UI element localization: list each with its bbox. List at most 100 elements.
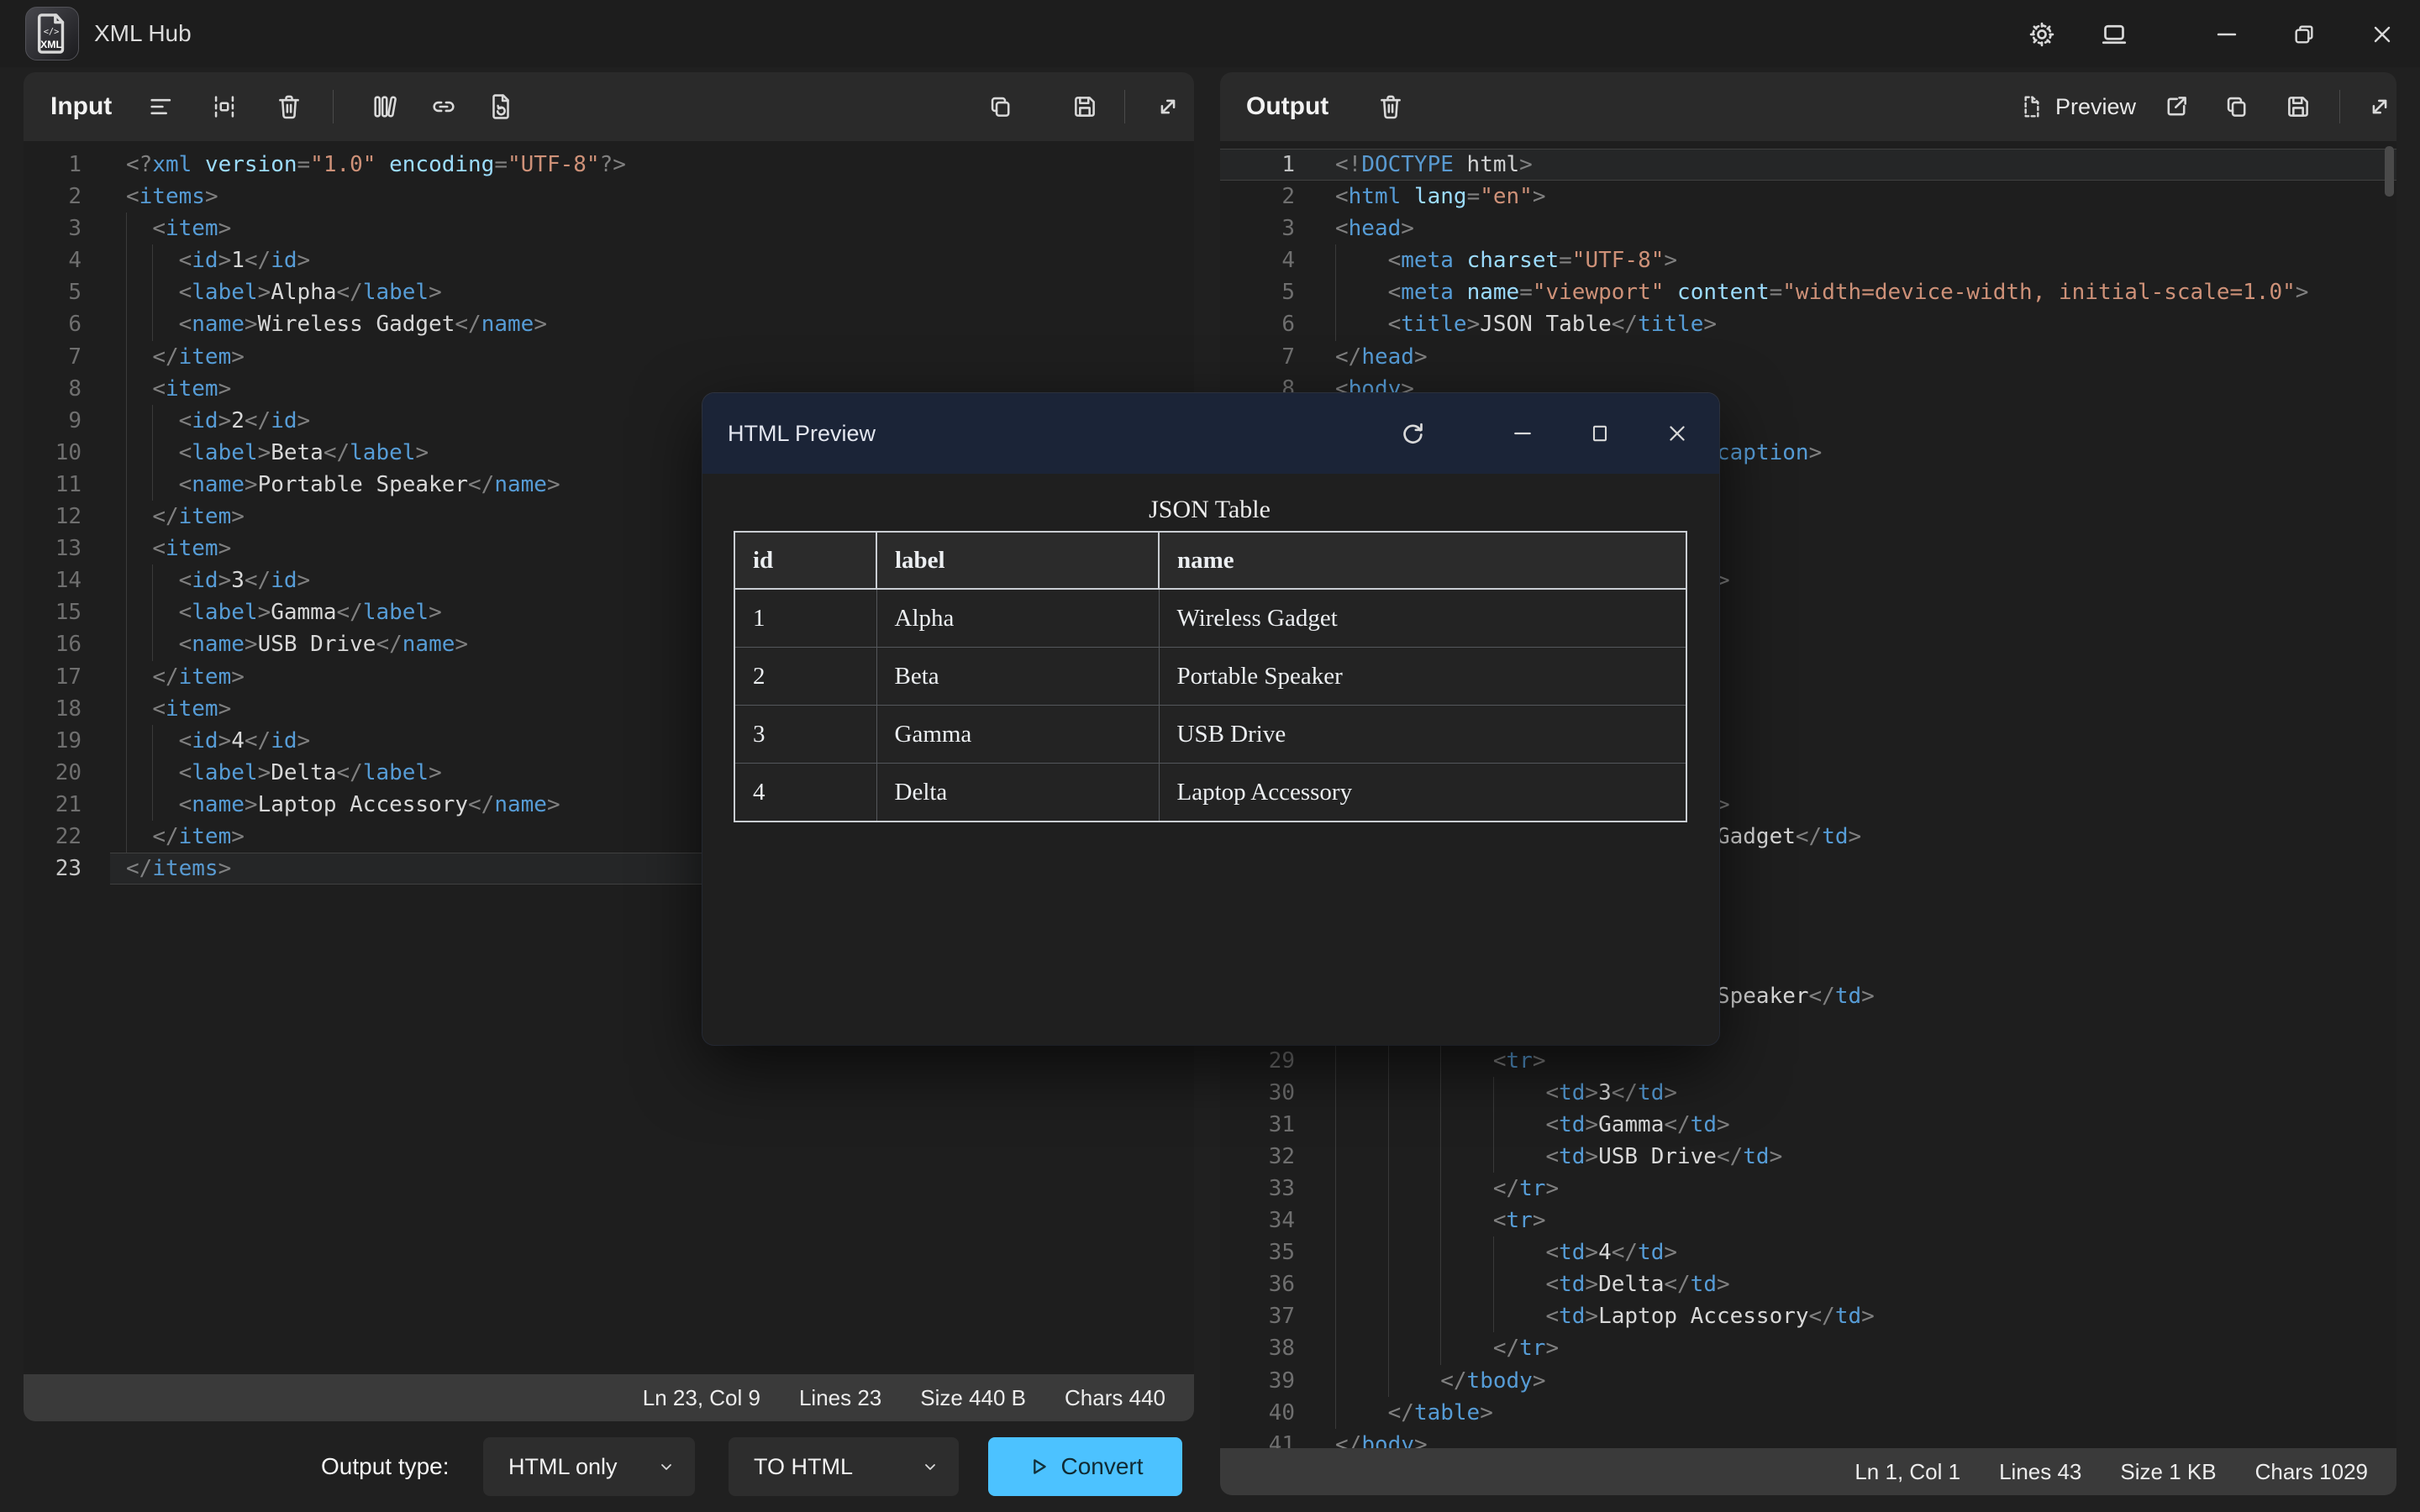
line-number: 2 — [1220, 181, 1295, 213]
line-number: 6 — [1220, 308, 1295, 340]
link-button[interactable] — [420, 83, 467, 130]
output-toolbar: Output Preview — [1220, 72, 2396, 142]
save-input-button[interactable] — [1061, 83, 1108, 130]
close-icon — [2369, 21, 2396, 48]
code-line: 6 <name>Wireless Gadget</name> — [24, 308, 1194, 340]
line-number: 18 — [24, 693, 82, 725]
line-number: 3 — [24, 213, 82, 244]
toolbar-divider — [1124, 90, 1125, 123]
code-line: 3 <item> — [24, 213, 1194, 244]
window-title: XML Hub — [94, 0, 192, 67]
line-number: 10 — [24, 437, 82, 469]
char-count: Chars 1029 — [2255, 1459, 2368, 1485]
modal-title: HTML Preview — [728, 393, 876, 474]
minimize-icon — [1510, 421, 1535, 446]
close-modal-button[interactable] — [1656, 412, 1698, 454]
expand-output-button[interactable] — [2356, 83, 2396, 130]
restore-window-button[interactable] — [2283, 13, 2325, 55]
line-number: 34 — [1220, 1205, 1295, 1236]
refresh-preview-button[interactable] — [1392, 412, 1434, 454]
preview-button[interactable]: Preview — [2012, 83, 2143, 130]
code-line: 41</body> — [1220, 1429, 2396, 1449]
scrollbar-thumb[interactable] — [2385, 146, 2394, 197]
modal-header[interactable]: HTML Preview — [702, 393, 1719, 474]
preview-cell: Wireless Gadget — [1159, 589, 1686, 648]
compress-icon — [210, 92, 239, 121]
code-line: 39 </tbody> — [1220, 1365, 2396, 1397]
code-line: 5 <meta name="viewport" content="width=d… — [1220, 276, 2396, 308]
line-number: 8 — [24, 373, 82, 405]
preview-cell: Delta — [876, 764, 1159, 822]
copy-input-button[interactable] — [977, 83, 1024, 130]
code-line: 34 <tr> — [1220, 1205, 2396, 1236]
link-icon — [429, 92, 458, 121]
file-size: Size 1 KB — [2120, 1459, 2216, 1485]
code-line: 1<!DOCTYPE html> — [1220, 149, 2396, 181]
preview-table-row: 4DeltaLaptop Accessory — [734, 764, 1686, 822]
preview-table-row: 2BetaPortable Speaker — [734, 648, 1686, 706]
output-panel-title: Output — [1246, 72, 1328, 141]
line-number: 29 — [1220, 1045, 1295, 1077]
preview-file-icon — [2018, 93, 2045, 120]
line-number: 7 — [1220, 341, 1295, 373]
convert-button[interactable]: Convert — [988, 1437, 1182, 1496]
code-line: 32 <td>USB Drive</td> — [1220, 1141, 2396, 1173]
input-toolbar: Input — [24, 72, 1194, 142]
share-icon — [2162, 92, 2191, 121]
expand-input-button[interactable] — [1144, 83, 1192, 130]
output-format-select[interactable]: HTML only — [483, 1437, 695, 1496]
clear-output-button[interactable] — [1367, 83, 1414, 130]
display-icon — [2099, 19, 2129, 50]
minimize-modal-button[interactable] — [1502, 412, 1544, 454]
refresh-icon — [1397, 418, 1428, 449]
preview-button-label: Preview — [2055, 94, 2136, 120]
compress-button[interactable] — [201, 83, 248, 130]
columns-view-button[interactable] — [361, 83, 408, 130]
preview-table-caption: JSON Table — [1149, 496, 1270, 523]
line-number: 31 — [1220, 1109, 1295, 1141]
save-output-button[interactable] — [2275, 83, 2322, 130]
app-logo-text: XML — [40, 39, 62, 50]
chevron-down-icon — [920, 1457, 940, 1477]
close-icon — [1665, 421, 1690, 446]
output-status-bar: Ln 1, Col 1 Lines 43 Size 1 KB Chars 102… — [1220, 1448, 2396, 1495]
line-number: 4 — [1220, 244, 1295, 276]
format-button[interactable] — [138, 83, 185, 130]
clear-input-button[interactable] — [266, 83, 313, 130]
minimize-window-button[interactable] — [2206, 13, 2248, 55]
display-mode-button[interactable] — [2093, 13, 2135, 55]
code-line: 31 <td>Gamma</td> — [1220, 1109, 2396, 1141]
code-line: 4 <id>1</id> — [24, 244, 1194, 276]
conversion-direction-value: TO HTML — [754, 1454, 853, 1480]
settings-gear-icon — [2027, 19, 2057, 50]
preview-cell: 1 — [734, 589, 876, 648]
line-number: 17 — [24, 661, 82, 693]
line-number: 12 — [24, 501, 82, 533]
code-line: 2<html lang="en"> — [1220, 181, 2396, 213]
file-transform-button[interactable] — [477, 83, 524, 130]
line-number: 32 — [1220, 1141, 1295, 1173]
code-line: 4 <meta charset="UTF-8"> — [1220, 244, 2396, 276]
line-number: 9 — [24, 405, 82, 437]
copy-icon — [986, 92, 1015, 121]
code-line: 40 </table> — [1220, 1397, 2396, 1429]
expand-icon — [2365, 92, 2394, 121]
line-number: 21 — [24, 789, 82, 821]
preview-table-row: 1AlphaWireless Gadget — [734, 589, 1686, 648]
preview-header-cell: name — [1159, 532, 1686, 589]
titlebar: </> XML XML Hub — [0, 0, 2420, 67]
modal-body: JSON Table idlabelname1AlphaWireless Gad… — [702, 474, 1719, 1045]
share-output-button[interactable] — [2153, 83, 2200, 130]
file-transform-icon — [487, 92, 515, 121]
code-line: 5 <label>Alpha</label> — [24, 276, 1194, 308]
settings-button[interactable] — [2021, 13, 2063, 55]
output-format-value: HTML only — [508, 1454, 618, 1480]
chevron-down-icon — [656, 1457, 676, 1477]
conversion-direction-select[interactable]: TO HTML — [729, 1437, 959, 1496]
cursor-position: Ln 1, Col 1 — [1854, 1459, 1960, 1485]
maximize-modal-button[interactable] — [1579, 412, 1621, 454]
preview-cell: Gamma — [876, 706, 1159, 764]
close-window-button[interactable] — [2361, 13, 2403, 55]
copy-output-button[interactable] — [2213, 83, 2260, 130]
line-number: 14 — [24, 564, 82, 596]
